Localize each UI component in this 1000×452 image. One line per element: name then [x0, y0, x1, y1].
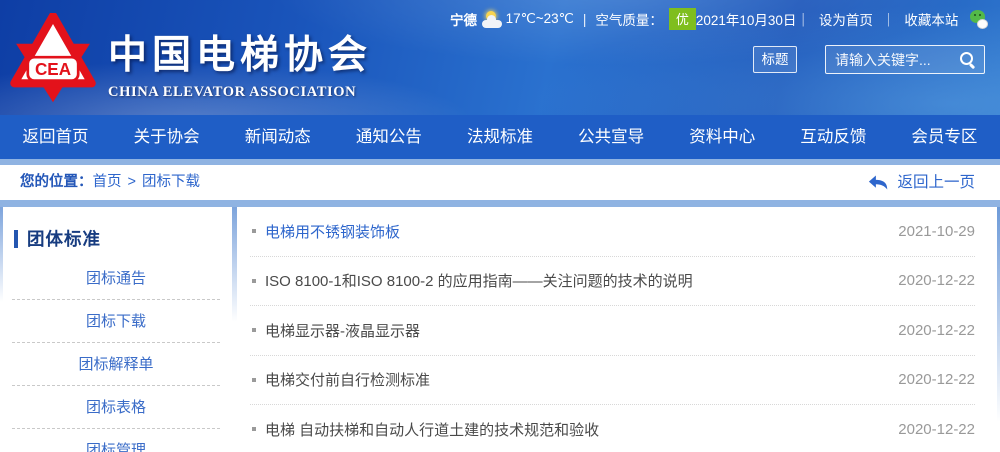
sidebar-title-text: 团体标准	[27, 226, 101, 251]
list-item[interactable]: ISO 8100-1和ISO 8100-2 的应用指南——关注问题的技术的说明 …	[250, 257, 975, 307]
sidebar-item-management[interactable]: 团标管理	[12, 429, 220, 452]
back-link-label: 返回上一页	[897, 165, 975, 200]
separator: |	[583, 12, 587, 27]
list-item-title[interactable]: ISO 8100-1和ISO 8100-2 的应用指南——关注问题的技术的说明	[265, 270, 693, 291]
list-item-title[interactable]: 电梯用不锈钢装饰板	[265, 221, 400, 242]
breadcrumb-separator: >	[128, 174, 136, 190]
nav-item-about[interactable]: 关于协会	[111, 115, 222, 159]
breadcrumb-current: 团标下载	[142, 174, 200, 190]
brand-block: 中国电梯协会 CHINA ELEVATOR ASSOCIATION	[108, 24, 372, 101]
site-title: 中国电梯协会	[108, 24, 372, 80]
air-quality-badge: 优	[669, 8, 696, 30]
list-item-date: 2020-12-22	[878, 371, 975, 388]
nav-item-members[interactable]: 会员专区	[889, 115, 1000, 159]
search-box	[825, 45, 985, 74]
content-area: 团体标准 团标通告 团标下载 团标解释单 团标表格 团标管理 电梯用不锈钢装饰板…	[0, 207, 1000, 452]
list-item-title[interactable]: 电梯显示器-液晶显示器	[265, 320, 420, 341]
search-area: 标题	[753, 45, 985, 74]
bullet-icon	[252, 328, 256, 332]
list-item[interactable]: 电梯交付前自行检测标准 2020-12-22	[250, 356, 975, 406]
separator: ｜	[882, 9, 896, 29]
nav-item-news[interactable]: 新闻动态	[222, 115, 333, 159]
search-icon[interactable]	[958, 50, 978, 70]
nav-item-feedback[interactable]: 互动反馈	[778, 115, 889, 159]
sidebar-title: 团体标准	[14, 226, 232, 251]
bullet-icon	[252, 378, 256, 382]
breadcrumb: 您的位置：首页 > 团标下载 返回上一页	[0, 165, 1000, 200]
wechat-icon[interactable]	[970, 10, 988, 29]
nav-item-home[interactable]: 返回首页	[0, 115, 111, 159]
set-homepage-link[interactable]: 设为首页	[819, 9, 873, 29]
weather-city: 宁德	[450, 9, 477, 29]
list-item-title[interactable]: 电梯 自动扶梯和自动人行道土建的技术规范和验收	[265, 419, 599, 440]
air-quality-label: 空气质量：	[595, 9, 663, 29]
standards-list: 电梯用不锈钢装饰板 2021-10-29 ISO 8100-1和ISO 8100…	[250, 207, 975, 452]
list-item[interactable]: 电梯 自动扶梯和自动人行道土建的技术规范和验收 2020-12-22	[250, 405, 975, 452]
back-to-previous-link[interactable]: 返回上一页	[868, 165, 975, 200]
list-item-date: 2020-12-22	[878, 272, 975, 289]
nav-item-resources[interactable]: 资料中心	[667, 115, 778, 159]
sidebar-item-interpretation[interactable]: 团标解释单	[12, 343, 220, 386]
site-title-en: CHINA ELEVATOR ASSOCIATION	[108, 84, 372, 101]
list-item-date: 2021-10-29	[878, 223, 975, 240]
main-nav: 返回首页 关于协会 新闻动态 通知公告 法规标准 公共宣导 资料中心 互动反馈 …	[0, 115, 1000, 159]
sidebar: 团体标准 团标通告 团标下载 团标解释单 团标表格 团标管理	[0, 207, 232, 452]
nav-item-publicity[interactable]: 公共宣导	[556, 115, 667, 159]
add-favorite-link[interactable]: 收藏本站	[904, 9, 958, 29]
top-info-bar: 宁德 17℃~23℃ | 空气质量： 优 2021年10月30日｜ 设为首页 ｜…	[450, 9, 988, 29]
search-category-button[interactable]: 标题	[753, 46, 797, 73]
list-item-date: 2020-12-22	[878, 322, 975, 339]
site-header: CEA 中国电梯协会 CHINA ELEVATOR ASSOCIATION 宁德…	[0, 0, 1000, 115]
logo-text: CEA	[35, 60, 71, 79]
list-item-date: 2020-12-22	[878, 421, 975, 438]
list-item[interactable]: 电梯显示器-液晶显示器 2020-12-22	[250, 306, 975, 356]
sidebar-divider	[232, 207, 237, 322]
sun-cloud-icon	[482, 11, 500, 28]
back-arrow-icon	[868, 174, 889, 191]
nav-item-standards[interactable]: 法规标准	[444, 115, 555, 159]
bullet-icon	[252, 279, 256, 283]
cea-logo[interactable]: CEA	[8, 13, 98, 105]
breadcrumb-label: 您的位置：	[20, 174, 93, 190]
cea-star-icon: CEA	[8, 13, 98, 105]
nav-item-notices[interactable]: 通知公告	[333, 115, 444, 159]
bullet-icon	[252, 229, 256, 233]
temperature-range: 17℃~23℃	[506, 11, 574, 27]
bullet-icon	[252, 427, 256, 431]
title-accent-bar	[14, 230, 18, 248]
sidebar-item-forms[interactable]: 团标表格	[12, 386, 220, 429]
divider-strip-bottom	[0, 200, 1000, 207]
breadcrumb-home-link[interactable]: 首页	[93, 174, 122, 190]
list-item-title[interactable]: 电梯交付前自行检测标准	[265, 369, 430, 390]
list-item[interactable]: 电梯用不锈钢装饰板 2021-10-29	[250, 207, 975, 257]
sidebar-item-downloads[interactable]: 团标下载	[12, 300, 220, 343]
current-date: 2021年10月30日｜	[696, 9, 810, 29]
sidebar-item-notices[interactable]: 团标通告	[12, 257, 220, 300]
search-input[interactable]	[826, 52, 958, 68]
